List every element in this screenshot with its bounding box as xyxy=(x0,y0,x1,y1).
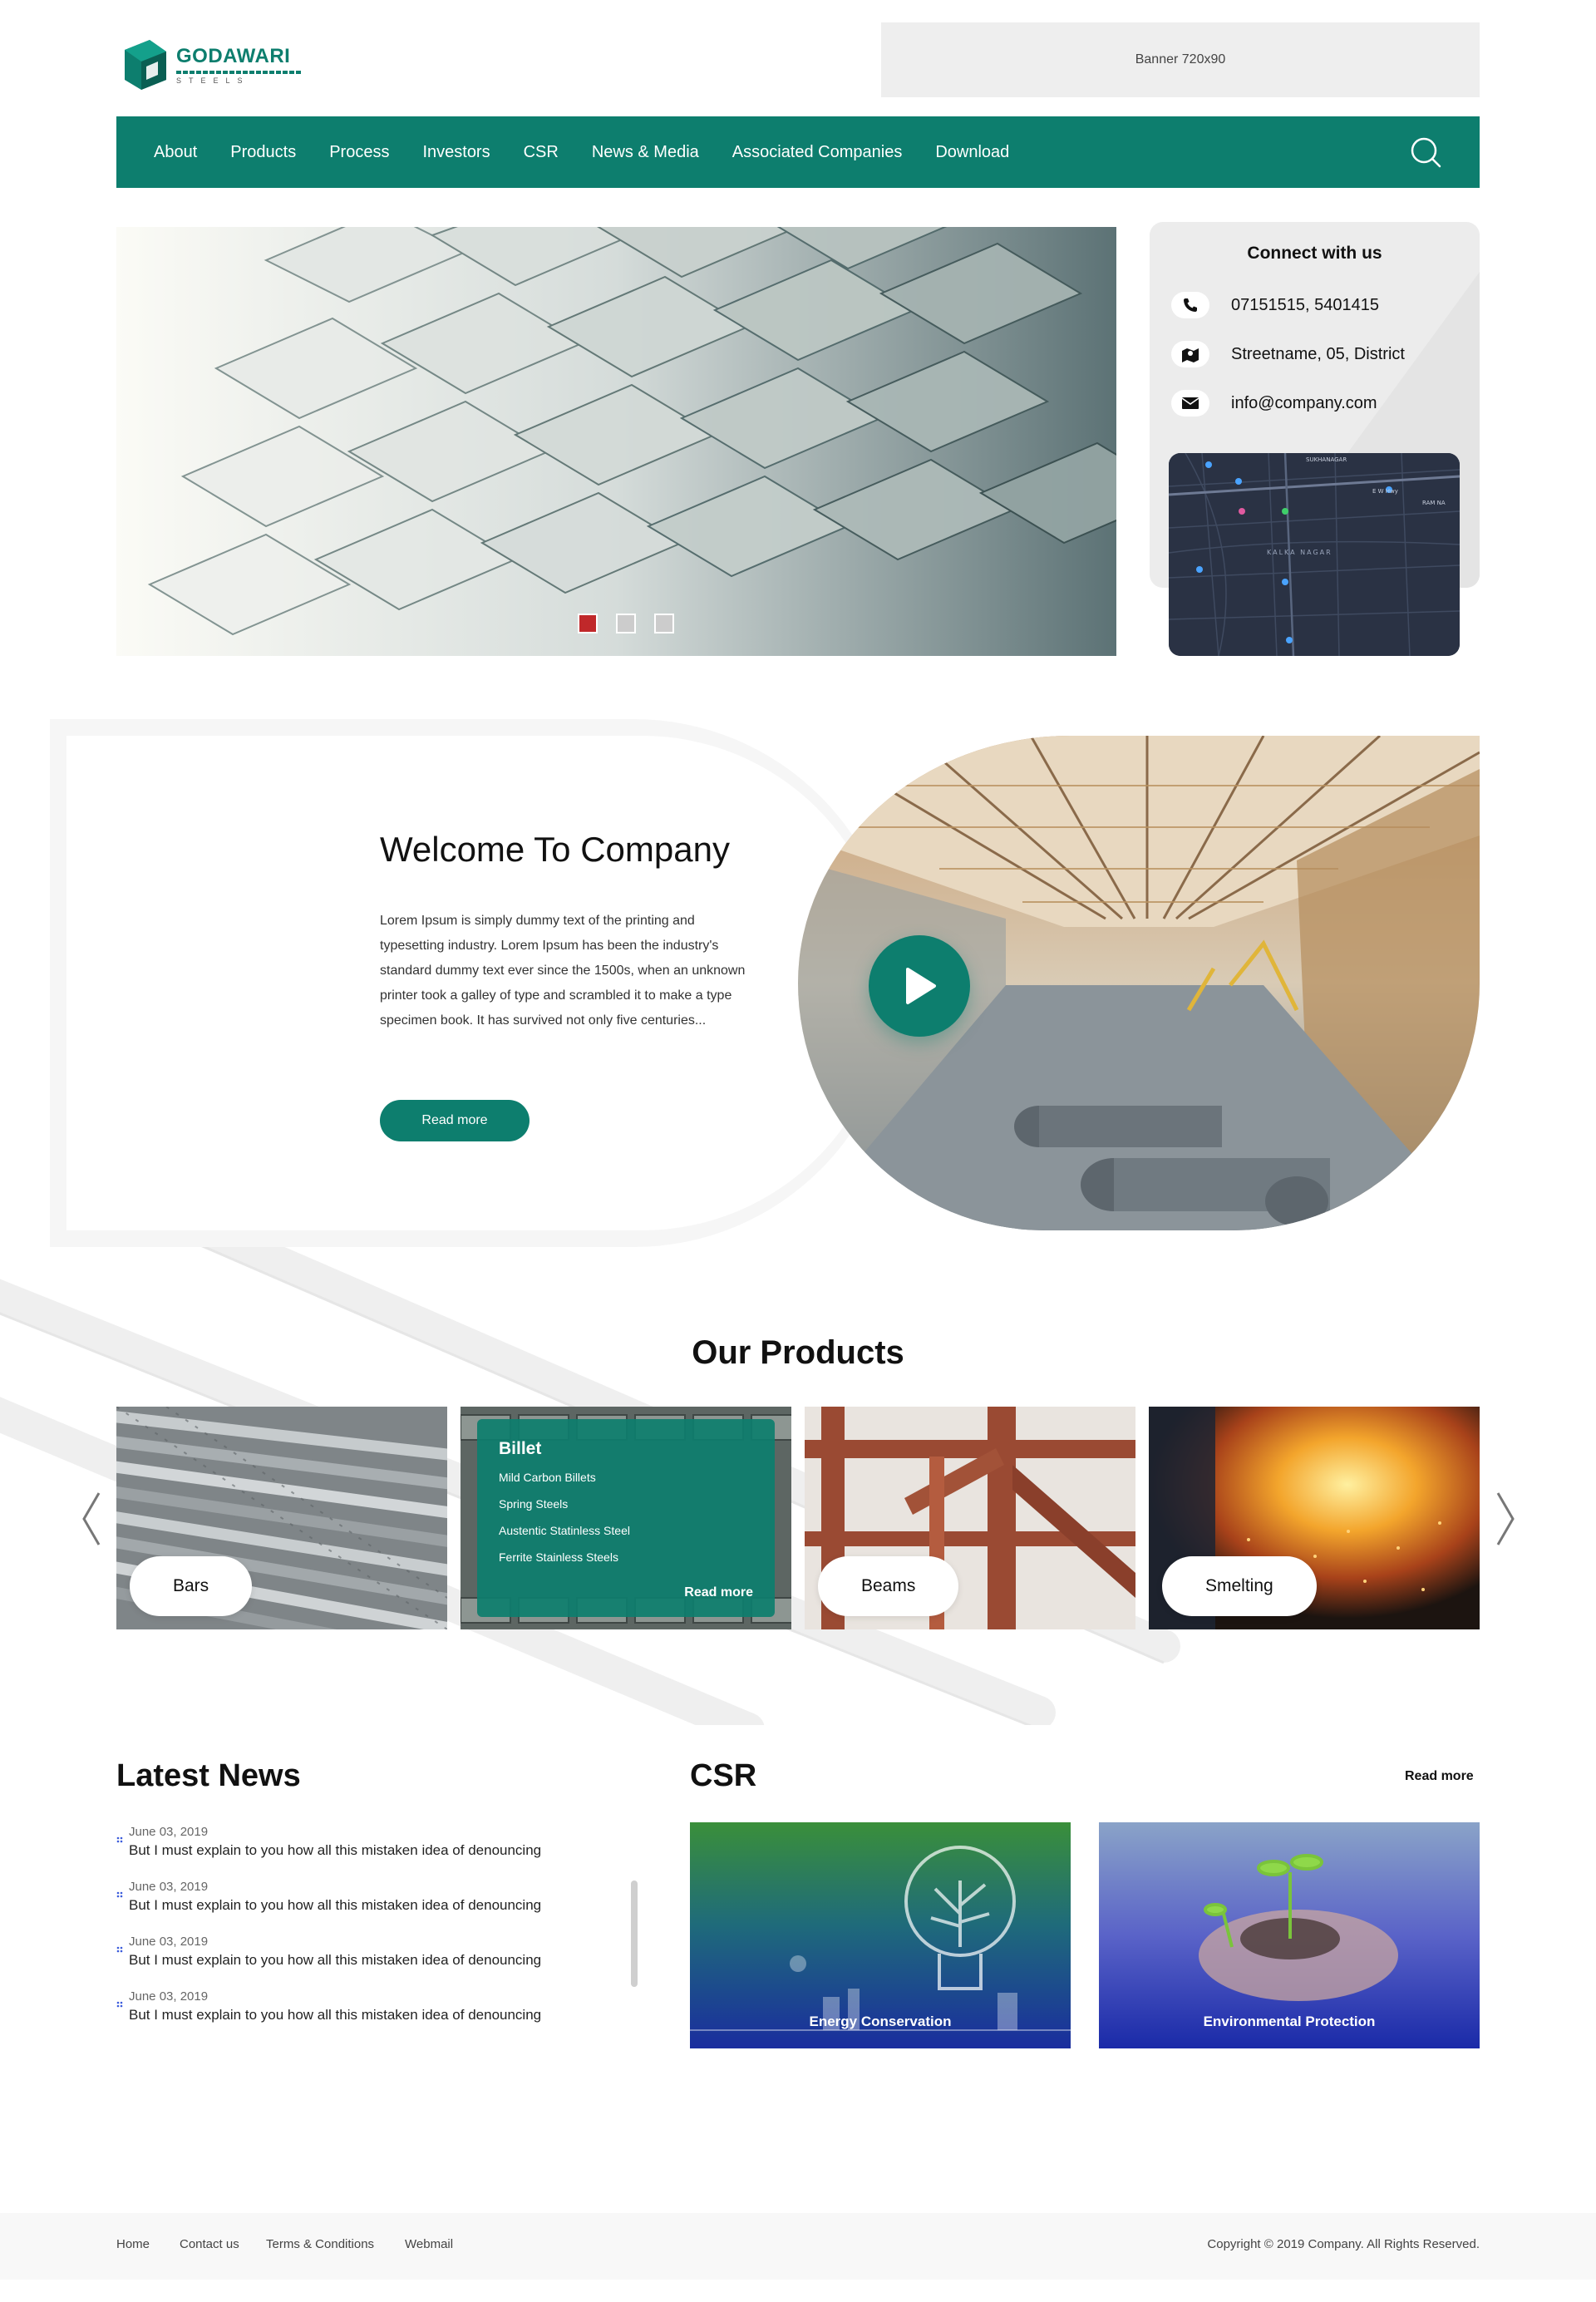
news-date: June 03, 2019 xyxy=(129,1935,209,1949)
news-bullet-icon xyxy=(116,1891,123,1898)
news-text[interactable]: But I must explain to you how all this m… xyxy=(129,1842,582,1859)
phone-row[interactable]: 07151515, 5401415 xyxy=(1171,292,1379,318)
hero-slider[interactable] xyxy=(116,227,1116,656)
footer-link-terms[interactable]: Terms & Conditions xyxy=(266,2237,374,2251)
nav-item-news-media[interactable]: News & Media xyxy=(592,143,699,162)
chevron-left-icon[interactable] xyxy=(79,1490,104,1548)
brand-name: GODAWARI xyxy=(176,45,291,67)
phone-number: 07151515, 5401415 xyxy=(1231,295,1379,314)
news-date: June 03, 2019 xyxy=(129,1989,209,2004)
welcome-title: Welcome To Company xyxy=(380,830,730,869)
envelope-icon xyxy=(1171,390,1209,417)
csr-label-environment: Environmental Protection xyxy=(1203,2014,1376,2029)
welcome-read-more-button[interactable]: Read more xyxy=(380,1100,530,1141)
news-bullet-icon xyxy=(116,1836,123,1843)
nav-item-csr[interactable]: CSR xyxy=(524,143,559,162)
brand-divider xyxy=(176,71,301,74)
news-title: Latest News xyxy=(116,1758,301,1793)
product-label-bars[interactable]: Bars xyxy=(130,1556,253,1616)
nav-item-process[interactable]: Process xyxy=(329,143,389,162)
products-title: Our Products xyxy=(692,1334,904,1371)
ad-banner[interactable]: Banner 720x90 xyxy=(881,22,1480,97)
csr-read-more-link[interactable]: Read more xyxy=(1405,1769,1474,1784)
slider-dot-1[interactable] xyxy=(578,614,598,633)
nav-item-associated-companies[interactable]: Associated Companies xyxy=(732,143,903,162)
map-label-hwy: E W Hwy xyxy=(1372,488,1398,495)
map-label-kalka: KALKA NAGAR xyxy=(1267,549,1332,556)
email-row[interactable]: info@company.com xyxy=(1171,390,1377,417)
news-bullet-icon xyxy=(116,1946,123,1953)
logo-mark-icon xyxy=(125,40,166,90)
billet-item[interactable]: Ferrite Stainless Steels xyxy=(499,1550,753,1564)
billet-item[interactable]: Spring Steels xyxy=(499,1497,753,1511)
news-item[interactable]: June 03, 2019 But I must explain to you … xyxy=(116,1880,582,1914)
footer-link-contact[interactable]: Contact us xyxy=(180,2237,239,2251)
product-card-billet[interactable]: Billet Mild Carbon Billets Spring Steels… xyxy=(461,1407,791,1629)
chevron-right-icon[interactable] xyxy=(1493,1490,1518,1548)
news-item[interactable]: June 03, 2019 But I must explain to you … xyxy=(116,1989,582,2023)
brand-subtitle: STEELS xyxy=(176,76,250,85)
footer-link-home[interactable]: Home xyxy=(116,2237,150,2251)
email-text: info@company.com xyxy=(1231,393,1377,412)
billet-read-more-link[interactable]: Read more xyxy=(684,1585,753,1600)
product-label-beams[interactable]: Beams xyxy=(818,1556,959,1616)
csr-card-energy[interactable]: Energy Conservation xyxy=(690,1822,1071,2048)
footer-link-webmail[interactable]: Webmail xyxy=(405,2237,453,2251)
news-bullet-icon xyxy=(116,2001,123,2008)
hero-image xyxy=(116,227,1116,656)
location-map[interactable]: SUKHANAGAR RAM NA KALKA NAGAR E W Hwy xyxy=(1169,453,1460,656)
map-pin-icon xyxy=(1171,341,1209,367)
ad-banner-label: Banner 720x90 xyxy=(1135,52,1226,67)
news-item[interactable]: June 03, 2019 But I must explain to you … xyxy=(116,1825,582,1859)
welcome-text: Lorem Ipsum is simply dummy text of the … xyxy=(380,914,746,1028)
play-icon xyxy=(906,968,936,1004)
csr-card-environment[interactable]: Environmental Protection xyxy=(1099,1822,1480,2048)
billet-title: Billet xyxy=(499,1439,542,1458)
connect-title: Connect with us xyxy=(1247,244,1382,263)
main-nav: About Products Process Investors CSR New… xyxy=(116,116,1480,188)
billet-item[interactable]: Austentic Statinless Steel xyxy=(499,1524,753,1537)
map-image: SUKHANAGAR RAM NA KALKA NAGAR E W Hwy xyxy=(1169,453,1460,656)
nav-item-about[interactable]: About xyxy=(154,143,197,162)
slider-dot-2[interactable] xyxy=(616,614,636,633)
billet-item[interactable]: Mild Carbon Billets xyxy=(499,1471,753,1484)
slider-dot-3[interactable] xyxy=(654,614,674,633)
map-label-sukhanagar: SUKHANAGAR xyxy=(1306,456,1347,463)
nav-item-download[interactable]: Download xyxy=(935,143,1009,162)
news-scrollbar[interactable] xyxy=(631,1881,638,1987)
csr-title: CSR xyxy=(690,1758,757,1793)
map-label-ram: RAM NA xyxy=(1422,500,1446,506)
address-row[interactable]: Streetname, 05, District xyxy=(1171,341,1405,367)
news-text[interactable]: But I must explain to you how all this m… xyxy=(129,1952,582,1969)
news-item[interactable]: June 03, 2019 But I must explain to you … xyxy=(116,1935,582,1969)
news-date: June 03, 2019 xyxy=(129,1825,209,1839)
slider-dots xyxy=(578,614,674,633)
news-text[interactable]: But I must explain to you how all this m… xyxy=(129,1897,582,1914)
product-label-smelting[interactable]: Smelting xyxy=(1162,1556,1317,1616)
nav-item-investors[interactable]: Investors xyxy=(422,143,490,162)
play-button[interactable] xyxy=(869,935,970,1037)
copyright-text: Copyright © 2019 Company. All Rights Res… xyxy=(1207,2237,1480,2251)
search-icon[interactable] xyxy=(1409,136,1442,169)
nav-item-products[interactable]: Products xyxy=(230,143,296,162)
product-card-smelting[interactable]: Smelting xyxy=(1149,1407,1480,1629)
product-card-bars[interactable]: Bars xyxy=(116,1407,447,1629)
billet-overlay: Billet Mild Carbon Billets Spring Steels… xyxy=(477,1419,775,1617)
phone-icon xyxy=(1171,292,1209,318)
news-date: June 03, 2019 xyxy=(129,1880,209,1894)
product-card-beams[interactable]: Beams xyxy=(805,1407,1135,1629)
brand-logo[interactable]: GODAWARI STEELS xyxy=(116,32,316,98)
news-text[interactable]: But I must explain to you how all this m… xyxy=(129,2007,582,2023)
csr-label-energy: Energy Conservation xyxy=(809,2014,952,2029)
address-text: Streetname, 05, District xyxy=(1231,344,1405,363)
